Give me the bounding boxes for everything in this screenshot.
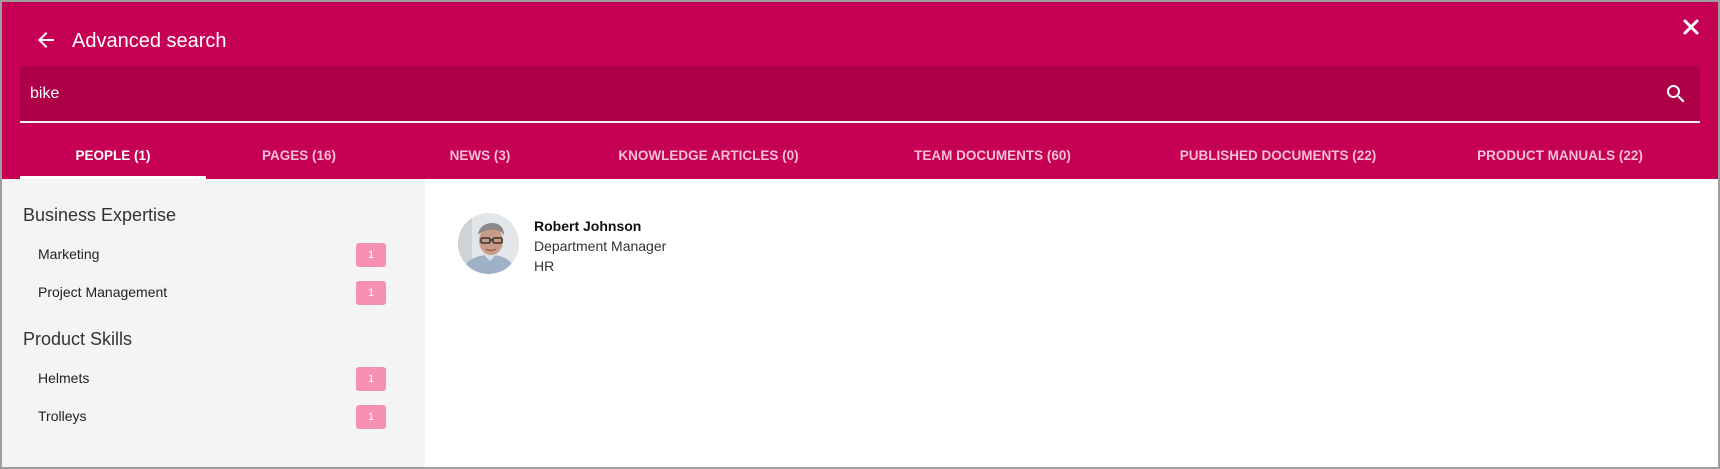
tab-people[interactable]: PEOPLE (1) (20, 134, 206, 179)
tab-team-documents[interactable]: TEAM DOCUMENTS (60) (849, 134, 1136, 179)
arrow-left-icon (38, 32, 54, 48)
facet-label: Trolleys (38, 408, 87, 424)
tab-product-manuals[interactable]: PRODUCT MANUALS (22) (1420, 134, 1700, 179)
avatar (458, 213, 519, 274)
filter-sidebar: Business Expertise Marketing 1 Project M… (2, 179, 425, 467)
count-badge: 1 (356, 281, 386, 305)
page-title: Advanced search (72, 30, 227, 52)
search-icon (1667, 85, 1685, 103)
search-header: Advanced search PEOPLE (1) PAGES (16) NE… (2, 2, 1718, 179)
tab-label: PAGES (16) (261, 148, 337, 163)
count-badge: 1 (356, 405, 386, 429)
person-photo (458, 213, 519, 274)
tab-pages[interactable]: PAGES (16) (206, 134, 392, 179)
count-badge: 1 (356, 243, 386, 267)
tab-label: PUBLISHED DOCUMENTS (22) (1179, 148, 1377, 163)
count-badge: 1 (356, 367, 386, 391)
tab-label: KNOWLEDGE ARTICLES (0) (618, 148, 799, 163)
tab-label: PEOPLE (1) (75, 148, 151, 163)
facet-label: Marketing (38, 246, 100, 262)
result-tabs: PEOPLE (1) PAGES (16) NEWS (3) KNOWLEDGE… (20, 134, 1700, 179)
person-name: Robert Johnson (534, 218, 642, 234)
close-icon (1683, 19, 1699, 35)
close-button[interactable] (1682, 18, 1700, 36)
search-button[interactable] (1664, 82, 1688, 106)
search-input[interactable] (30, 66, 1590, 121)
tab-label: TEAM DOCUMENTS (60) (914, 148, 1071, 163)
result-details: Robert Johnson Department Manager HR (534, 216, 666, 276)
facet-group-title: Product Skills (23, 329, 133, 349)
advanced-search-dialog: Advanced search PEOPLE (1) PAGES (16) NE… (0, 0, 1720, 469)
search-bar (20, 66, 1700, 123)
tab-knowledge-articles[interactable]: KNOWLEDGE ARTICLES (0) (568, 134, 849, 179)
person-result-card[interactable]: Robert Johnson Department Manager HR (458, 212, 858, 276)
facet-label: Project Management (38, 284, 168, 300)
facet-item-marketing[interactable]: Marketing 1 (38, 243, 386, 267)
back-button[interactable] (34, 28, 58, 52)
person-department: HR (534, 258, 555, 274)
person-job-title: Department Manager (534, 238, 667, 254)
tab-news[interactable]: NEWS (3) (392, 134, 568, 179)
facet-item-project-management[interactable]: Project Management 1 (38, 281, 386, 305)
tab-label: NEWS (3) (449, 148, 511, 163)
facet-item-helmets[interactable]: Helmets 1 (38, 367, 386, 391)
tab-published-documents[interactable]: PUBLISHED DOCUMENTS (22) (1136, 134, 1420, 179)
facet-label: Helmets (38, 370, 90, 386)
facet-item-trolleys[interactable]: Trolleys 1 (38, 405, 386, 429)
facet-group-title: Business Expertise (23, 205, 177, 225)
tab-label: PRODUCT MANUALS (22) (1477, 148, 1643, 163)
